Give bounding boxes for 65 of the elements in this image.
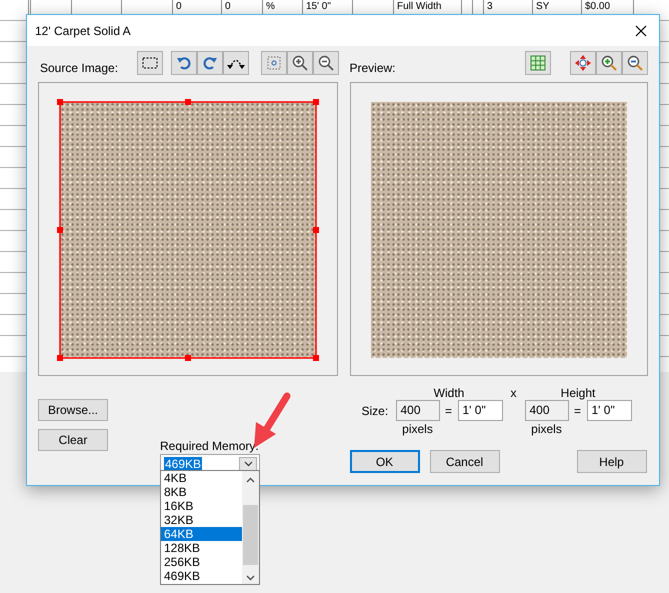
scroll-down-icon[interactable] — [246, 575, 255, 581]
equals-sign: = — [572, 402, 582, 420]
times-sign: x — [510, 384, 518, 402]
rotate-right-button[interactable] — [197, 51, 223, 75]
table-cell-text: 0 — [224, 1, 232, 13]
zoom-in-icon — [292, 55, 308, 71]
scroll-up-icon[interactable] — [246, 477, 255, 483]
scrollbar[interactable] — [242, 471, 259, 584]
table-cell-text: % — [265, 1, 276, 13]
pixels-field: 400 — [524, 400, 568, 421]
pixels-unit-label: pixels — [401, 421, 434, 438]
selected-value-text: 469KB — [164, 457, 202, 471]
select-tool-button[interactable] — [137, 51, 163, 75]
table-cell-text: SY — [535, 1, 550, 13]
dropdown-option[interactable]: 8KB — [161, 485, 242, 499]
width-heading: Width — [432, 384, 466, 402]
grid-icon — [530, 55, 546, 71]
dropdown-option[interactable]: 4KB — [161, 471, 242, 485]
fit-frame-icon — [266, 55, 282, 71]
center-button[interactable] — [570, 51, 596, 75]
pixels-field: 400 — [396, 400, 440, 421]
equals-sign: = — [444, 402, 453, 420]
table-cell-text: 3 — [486, 1, 494, 13]
zoom-in-icon — [600, 55, 616, 71]
height-heading: Height — [560, 384, 596, 402]
clear-button[interactable]: Clear — [38, 429, 108, 451]
fit-button[interactable] — [261, 51, 287, 75]
dropdown-chevron-icon[interactable] — [239, 456, 257, 472]
dropdown-option[interactable]: 64KB — [161, 527, 242, 541]
dropdown-option[interactable]: 469KB — [161, 569, 242, 583]
preview-zoom-out-button[interactable] — [622, 51, 648, 75]
dropdown-option[interactable]: 128KB — [161, 541, 242, 555]
length-field[interactable]: 1' 0" — [586, 400, 632, 421]
zoom-out-icon — [626, 55, 642, 71]
preview-label: Preview: — [350, 60, 396, 77]
dropdown-option[interactable]: 256KB — [161, 555, 242, 569]
dropdown-option[interactable]: 16KB — [161, 499, 242, 513]
scrollbar-thumb[interactable] — [243, 505, 258, 565]
cancel-button[interactable]: Cancel — [430, 450, 500, 473]
dropdown-option[interactable]: 32KB — [161, 513, 242, 527]
table-cell-text: $0.00 — [584, 1, 612, 13]
ok-button[interactable]: OK — [350, 450, 420, 473]
zoom-out-button[interactable] — [313, 51, 339, 75]
zoom-in-button[interactable] — [287, 51, 313, 75]
zoom-out-icon — [318, 55, 334, 71]
required-memory-label: Required Memory: — [160, 438, 260, 453]
help-button[interactable]: Help — [576, 450, 646, 473]
rotate-left-icon — [176, 55, 192, 71]
grid-button[interactable] — [524, 51, 550, 75]
pixels-unit-label: pixels — [530, 421, 563, 438]
rotate-right-icon — [202, 55, 218, 71]
four-arrows-icon — [574, 55, 590, 71]
table-cell-text: 0 — [175, 1, 183, 13]
table-cell-text: 15' 0" — [305, 1, 332, 13]
source-image-label: Source Image: — [40, 60, 118, 77]
length-field[interactable]: 1' 0" — [458, 400, 502, 421]
close-icon[interactable] — [635, 24, 647, 36]
preview-zoom-in-button[interactable] — [596, 51, 622, 75]
flip-button[interactable] — [223, 51, 249, 75]
browse-button[interactable]: Browse... — [38, 399, 108, 421]
rotate-left-button[interactable] — [171, 51, 197, 75]
table-cell-text: Full Width — [396, 1, 442, 13]
window-title: 12' Carpet Solid A — [35, 22, 131, 40]
dashed-rectangle-icon — [142, 57, 158, 69]
size-label: Size: — [360, 402, 390, 420]
